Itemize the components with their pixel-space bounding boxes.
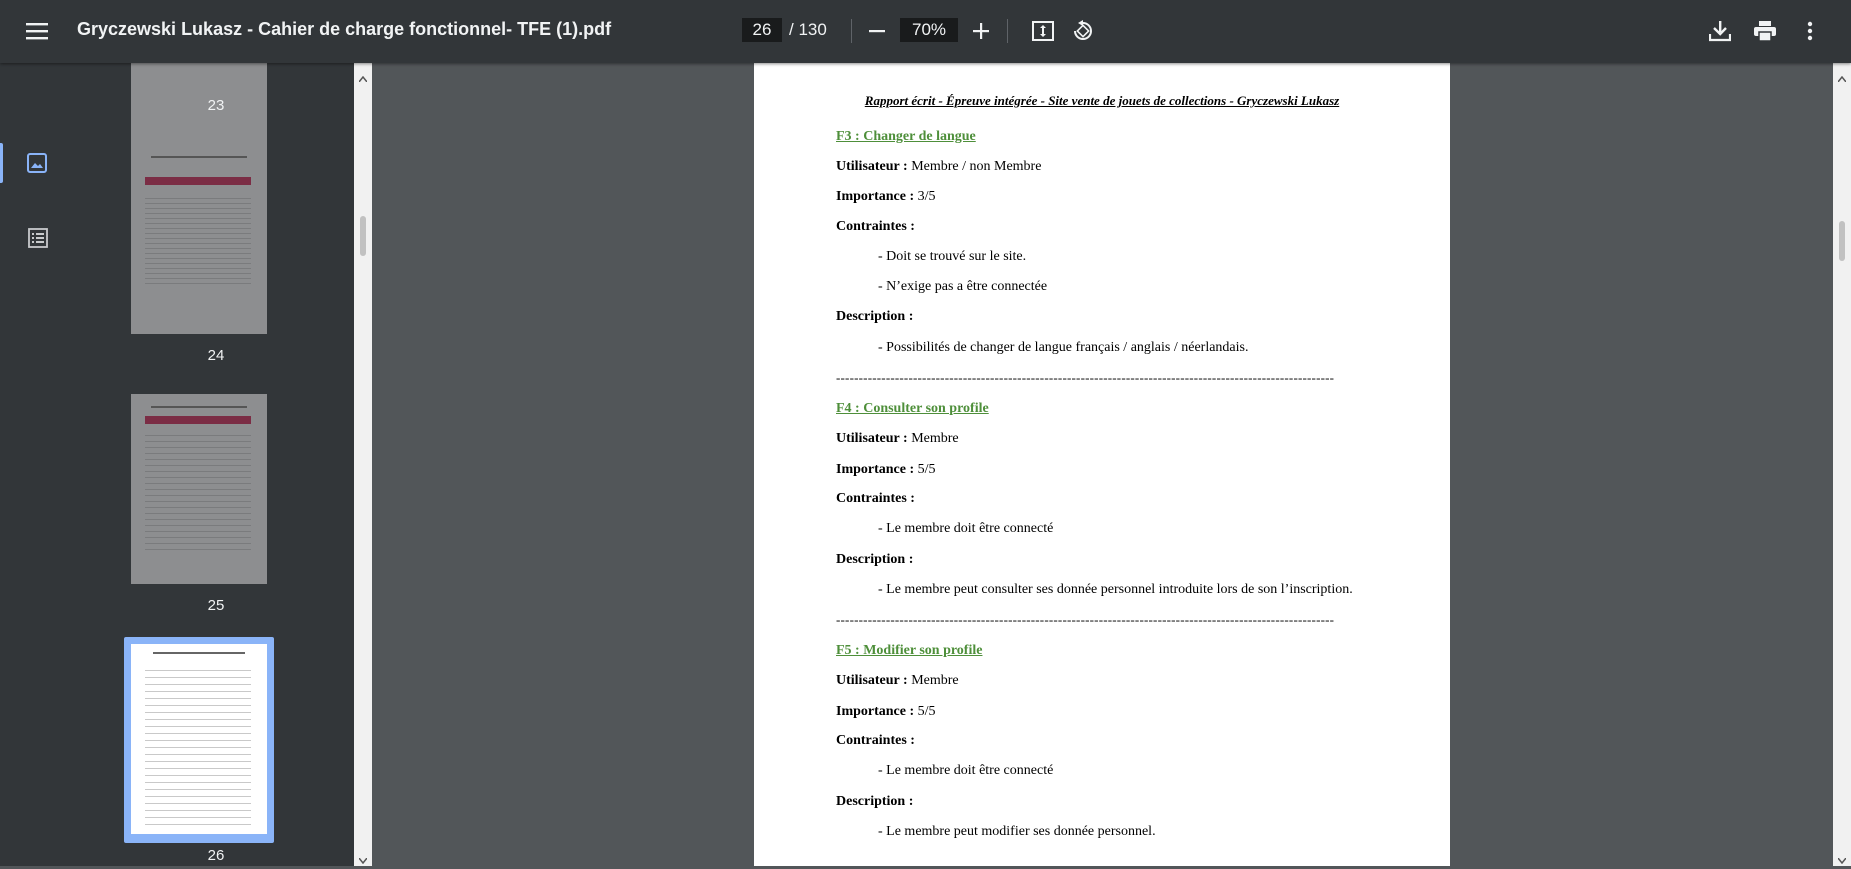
sidebar-rail xyxy=(0,63,78,866)
page-header: Rapport écrit - Épreuve intégrée - Site … xyxy=(864,93,1340,108)
scroll-down-arrow-icon[interactable] xyxy=(1837,851,1847,869)
document-title: Gryczewski Lukasz - Cahier de charge fon… xyxy=(77,19,612,39)
scroll-down-arrow-icon[interactable] xyxy=(358,851,368,869)
description-item: - Le membre peut modifier ses donnée per… xyxy=(878,824,1156,839)
description-label: Description : xyxy=(836,552,914,567)
thumbnail-page-24[interactable] xyxy=(131,144,267,334)
user-value: Membre xyxy=(911,431,959,446)
toolbar-divider xyxy=(1007,19,1008,43)
thumbnails-view-icon[interactable] xyxy=(26,152,48,179)
thumbnail-label: 26 xyxy=(207,847,225,864)
constraint-item: - Le membre doit être connecté xyxy=(878,521,1054,536)
constraints-label: Contraintes : xyxy=(836,219,915,234)
thumbnail-page-26[interactable] xyxy=(131,644,267,834)
section-divider: ----------------------------------------… xyxy=(836,370,1335,385)
description-item: - Possibilités de changer de langue fran… xyxy=(878,340,1249,355)
description-label: Description : xyxy=(836,794,914,809)
constraints-label: Contraintes : xyxy=(836,733,915,748)
fit-page-icon[interactable] xyxy=(1023,11,1063,51)
description-label: Description : xyxy=(836,309,914,324)
thumbnails-panel: 23 24 25 26 xyxy=(78,63,354,866)
menu-icon[interactable] xyxy=(17,11,57,51)
toolbar-divider xyxy=(851,19,852,43)
scroll-up-arrow-icon[interactable] xyxy=(1837,69,1847,87)
thumbnail-label: 23 xyxy=(207,97,225,114)
constraint-item: - Le membre doit être connecté xyxy=(878,763,1054,778)
selected-indicator xyxy=(0,143,3,183)
thumbnails-scrollbar[interactable] xyxy=(354,63,372,866)
importance-value: 5/5 xyxy=(917,462,936,477)
user-row: Utilisateur : Membre / non Membre xyxy=(836,159,1041,175)
scroll-thumb[interactable] xyxy=(1839,221,1845,261)
scroll-up-arrow-icon[interactable] xyxy=(358,69,368,87)
outline-view-icon[interactable] xyxy=(28,228,48,253)
document-scrollbar[interactable] xyxy=(1833,63,1851,866)
thumbnail-page-25[interactable] xyxy=(131,394,267,584)
user-label: Utilisateur : xyxy=(836,673,908,688)
zoom-input[interactable]: 70% xyxy=(900,18,958,42)
description-item: - Le membre peut consulter ses donnée pe… xyxy=(878,582,1353,597)
more-options-icon[interactable] xyxy=(1790,11,1830,51)
user-row: Utilisateur : Membre xyxy=(836,431,959,447)
rotate-icon[interactable] xyxy=(1063,11,1103,51)
importance-row: Importance : 5/5 xyxy=(836,704,936,720)
constraint-item: - Doit se trouvé sur le site. xyxy=(878,249,1027,264)
section-title-f5: F5 : Modifier son profile xyxy=(836,643,983,658)
pdf-page: Rapport écrit - Épreuve intégrée - Site … xyxy=(754,63,1450,866)
user-value: Membre / non Membre xyxy=(911,159,1042,174)
constraints-label: Contraintes : xyxy=(836,491,915,506)
importance-value: 5/5 xyxy=(917,704,936,719)
print-icon[interactable] xyxy=(1745,11,1785,51)
section-title-f3: F3 : Changer de langue xyxy=(836,129,976,144)
importance-label: Importance : xyxy=(836,462,915,477)
importance-label: Importance : xyxy=(836,189,915,204)
scroll-thumb[interactable] xyxy=(360,216,366,256)
page-number-input[interactable]: 26 xyxy=(742,18,782,42)
download-icon[interactable] xyxy=(1700,11,1740,51)
zoom-in-icon[interactable] xyxy=(961,11,1001,51)
pdf-toolbar: Gryczewski Lukasz - Cahier de charge fon… xyxy=(0,0,1851,63)
importance-value: 3/5 xyxy=(917,189,936,204)
user-label: Utilisateur : xyxy=(836,159,908,174)
section-title-f4: F4 : Consulter son profile xyxy=(836,401,989,416)
page-total: / 130 xyxy=(789,20,827,39)
zoom-out-icon[interactable] xyxy=(857,11,897,51)
user-value: Membre xyxy=(911,673,959,688)
user-row: Utilisateur : Membre xyxy=(836,673,959,689)
thumbnail-label: 24 xyxy=(207,347,225,364)
importance-row: Importance : 5/5 xyxy=(836,462,936,478)
section-divider: ----------------------------------------… xyxy=(836,612,1335,627)
thumbnail-label: 25 xyxy=(207,597,225,614)
importance-row: Importance : 3/5 xyxy=(836,189,936,205)
constraint-item: - N’exige pas a être connectée xyxy=(878,279,1048,294)
importance-label: Importance : xyxy=(836,704,915,719)
user-label: Utilisateur : xyxy=(836,431,908,446)
